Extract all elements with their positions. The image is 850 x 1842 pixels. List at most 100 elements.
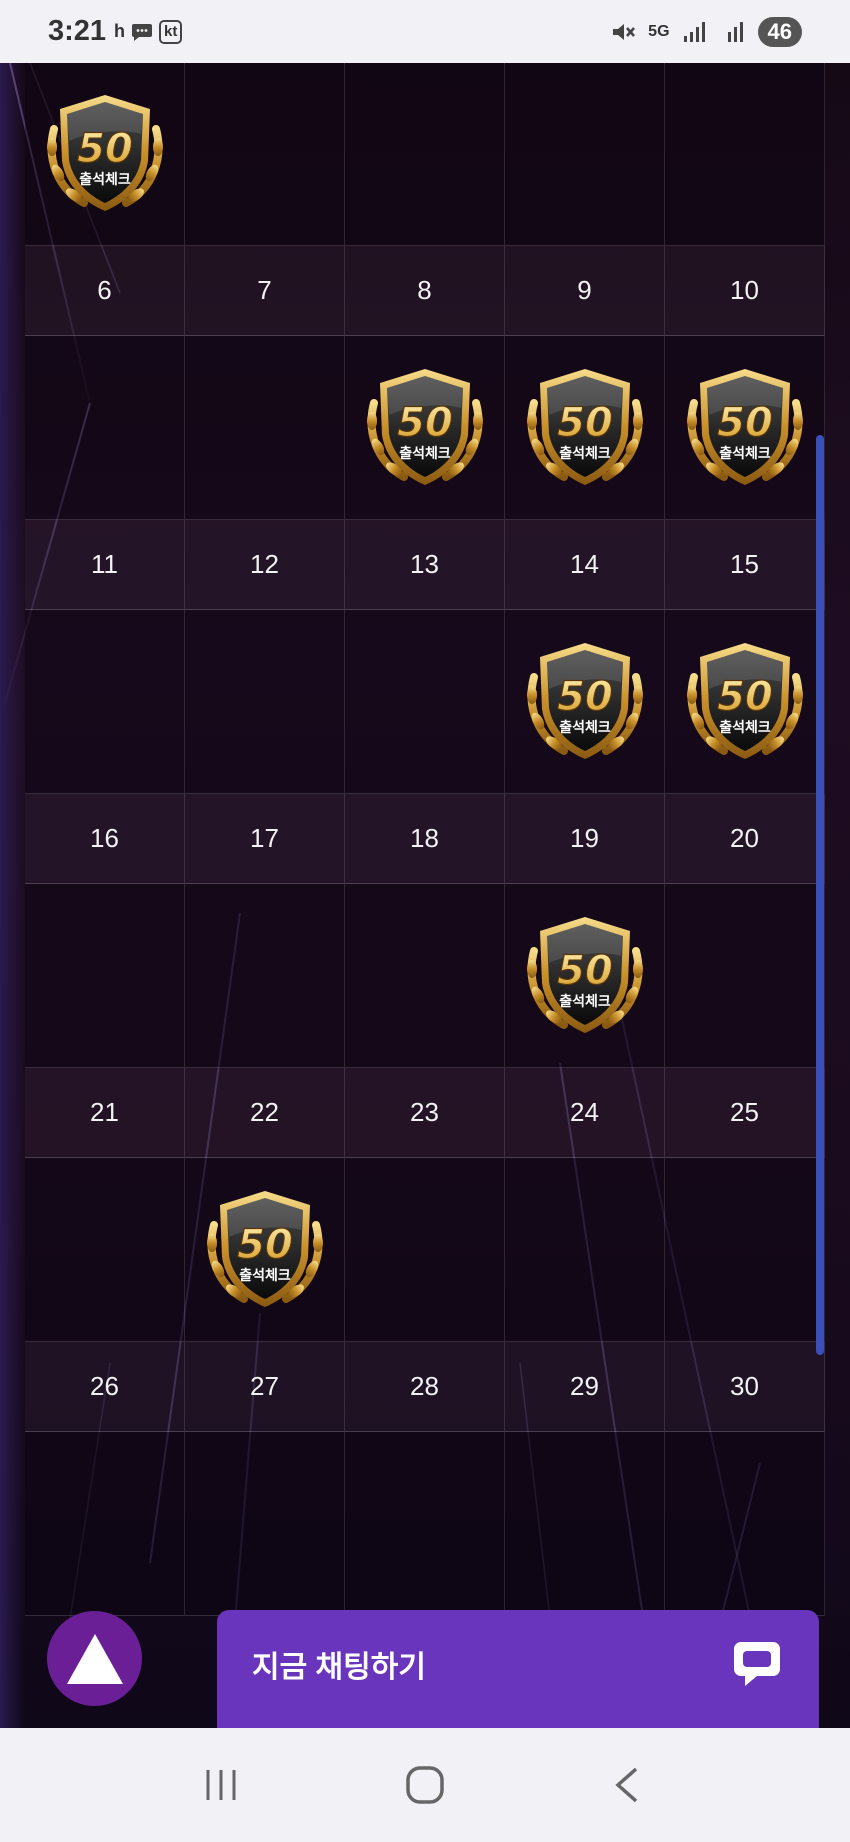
day-stamp-cell[interactable] (185, 610, 345, 794)
day-number: 7 (185, 246, 345, 336)
day-stamp-cell[interactable]: 50 출석체크 (185, 1158, 345, 1342)
day-stamp-cell[interactable] (665, 884, 825, 1068)
attendance-stamp-icon: 50 출석체크 (686, 642, 803, 759)
chat-label: 지금 채팅하기 (252, 1651, 426, 1684)
stamp-row: 50 출석체크 (25, 884, 825, 1068)
attendance-stamp-icon: 50 출석체크 (366, 368, 483, 485)
day-number-row: 6 7 8 9 10 (25, 246, 825, 336)
stamp-points: 50 (557, 400, 613, 446)
day-stamp-cell[interactable] (345, 1432, 505, 1616)
day-stamp-cell[interactable] (25, 336, 185, 520)
stamp-label: 출석체크 (79, 171, 131, 188)
attendance-stamp-icon: 50 출석체크 (526, 642, 643, 759)
recent-apps-icon (206, 1770, 236, 1800)
status-bar: 3:21 h kt 5G 46 (0, 0, 850, 63)
day-stamp-cell[interactable] (665, 1158, 825, 1342)
day-stamp-cell[interactable] (185, 63, 345, 246)
day-stamp-cell[interactable] (25, 610, 185, 794)
day-number: 27 (185, 1342, 345, 1432)
network-type: 5G (648, 22, 670, 40)
day-stamp-cell[interactable]: 50 출석체크 (665, 336, 825, 520)
system-nav-bar (0, 1728, 850, 1842)
day-number: 26 (25, 1342, 185, 1432)
day-stamp-cell[interactable] (505, 1158, 665, 1342)
day-number: 29 (505, 1342, 665, 1432)
day-number: 20 (665, 794, 825, 884)
stamp-points: 50 (717, 400, 773, 446)
day-number: 23 (345, 1068, 505, 1158)
recent-apps-button[interactable] (182, 1745, 262, 1825)
day-number: 22 (185, 1068, 345, 1158)
attendance-calendar: 50 출석체크 6 7 8 9 10 50 출석체크 50 출석체크 50 출석… (25, 63, 825, 1616)
stamp-label: 출석체크 (719, 719, 771, 736)
day-stamp-cell[interactable] (345, 1158, 505, 1342)
day-stamp-cell[interactable] (345, 884, 505, 1068)
day-number-row: 26 27 28 29 30 (25, 1342, 825, 1432)
day-stamp-cell[interactable]: 50 출석체크 (665, 610, 825, 794)
day-stamp-cell[interactable] (25, 1432, 185, 1616)
status-right: 5G 46 (610, 16, 802, 47)
day-number: 9 (505, 246, 665, 336)
stamp-points: 50 (237, 1222, 293, 1268)
carrier-badge: kt (159, 19, 183, 44)
attendance-stamp-icon: 50 출석체크 (526, 368, 643, 485)
day-stamp-cell[interactable] (185, 1432, 345, 1616)
day-stamp-cell[interactable]: 50 출석체크 (505, 610, 665, 794)
stamp-label: 출석체크 (559, 993, 611, 1010)
day-stamp-cell[interactable]: 50 출석체크 (25, 63, 185, 246)
day-number: 13 (345, 520, 505, 610)
day-stamp-cell[interactable] (185, 336, 345, 520)
day-number: 8 (345, 246, 505, 336)
day-number: 21 (25, 1068, 185, 1158)
home-icon (406, 1766, 444, 1804)
status-left: 3:21 h kt (48, 15, 183, 48)
day-number: 14 (505, 520, 665, 610)
day-stamp-cell[interactable]: 50 출석체크 (345, 336, 505, 520)
day-stamp-cell[interactable] (25, 1158, 185, 1342)
stamp-points: 50 (717, 674, 773, 720)
day-stamp-cell[interactable] (25, 884, 185, 1068)
day-number: 19 (505, 794, 665, 884)
stamp-label: 출석체크 (559, 445, 611, 462)
day-number-row: 11 12 13 14 15 (25, 520, 825, 610)
mute-icon (613, 23, 636, 40)
attendance-stamp-icon: 50 출석체크 (46, 95, 163, 211)
stamp-row: 50 출석체크 50 출석체크 (25, 336, 825, 520)
day-stamp-cell[interactable] (345, 610, 505, 794)
stamp-row: 50 출석체크 (25, 63, 825, 246)
day-stamp-cell[interactable] (505, 1432, 665, 1616)
day-number: 28 (345, 1342, 505, 1432)
day-stamp-cell[interactable] (665, 63, 825, 246)
day-stamp-cell[interactable] (345, 63, 505, 246)
stamp-row: 50 출석체크 50 출석체크 (25, 610, 825, 794)
stamp-label: 출석체크 (559, 719, 611, 736)
day-stamp-cell[interactable] (505, 63, 665, 246)
back-button[interactable] (588, 1745, 668, 1825)
day-number: 24 (505, 1068, 665, 1158)
day-stamp-cell[interactable]: 50 출석체크 (505, 336, 665, 520)
day-number: 10 (665, 246, 825, 336)
chat-now-button[interactable]: 지금 채팅하기 (217, 1610, 819, 1728)
day-stamp-cell[interactable] (665, 1432, 825, 1616)
stamp-points: 50 (397, 400, 453, 446)
stamp-label: 출석체크 (719, 445, 771, 462)
stamp-points: 50 (557, 674, 613, 720)
day-number-row: 21 22 23 24 25 (25, 1068, 825, 1158)
battery-indicator: 46 (757, 16, 802, 47)
day-stamp-cell[interactable] (185, 884, 345, 1068)
scrollbar[interactable] (816, 435, 824, 1355)
day-number: 6 (25, 246, 185, 336)
day-number: 12 (185, 520, 345, 610)
triangle-up-icon (66, 1633, 123, 1684)
day-stamp-cell[interactable]: 50 출석체크 (505, 884, 665, 1068)
signal-roaming-icon (727, 21, 743, 42)
status-notifications: h kt (114, 19, 183, 44)
day-number: 30 (665, 1342, 825, 1432)
scroll-top-button[interactable] (47, 1611, 142, 1706)
attendance-stamp-icon: 50 출석체크 (526, 916, 643, 1033)
chat-bubble-icon (734, 1642, 780, 1686)
day-number: 18 (345, 794, 505, 884)
stamp-points: 50 (557, 948, 613, 994)
home-button[interactable] (385, 1745, 465, 1825)
day-number: 11 (25, 520, 185, 610)
